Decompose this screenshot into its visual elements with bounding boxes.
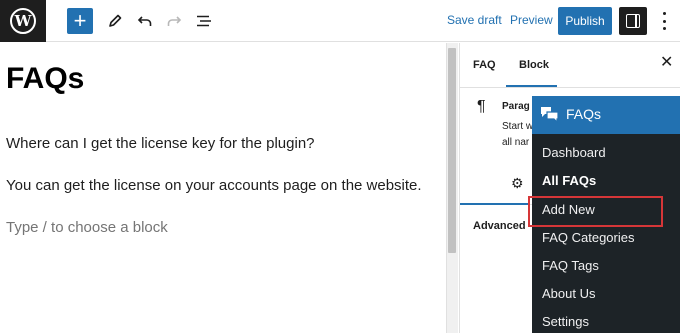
block-card-description: Start w xyxy=(502,121,534,132)
preview-button[interactable]: Preview xyxy=(510,13,553,27)
submenu-item-all-faqs[interactable]: All FAQs xyxy=(542,173,596,188)
active-subtab-indicator xyxy=(460,203,530,205)
block-card-description: all nar xyxy=(502,137,530,148)
paragraph-block[interactable]: Where can I get the license key for the … xyxy=(6,135,315,152)
kebab-menu-icon[interactable] xyxy=(661,12,667,30)
advanced-panel-toggle[interactable]: Advanced xyxy=(473,220,526,232)
submenu-item-faq-tags[interactable]: FAQ Tags xyxy=(542,258,599,273)
paragraph-block[interactable]: You can get the license on your accounts… xyxy=(6,177,422,194)
pencil-icon[interactable] xyxy=(104,9,126,33)
publish-button[interactable]: Publish xyxy=(558,7,612,35)
redo-icon[interactable] xyxy=(163,9,185,33)
list-view-icon[interactable] xyxy=(193,9,215,33)
submenu-item-faq-categories[interactable]: FAQ Categories xyxy=(542,230,635,245)
gear-icon[interactable]: ⚙ xyxy=(511,176,524,190)
divider xyxy=(460,87,680,88)
settings-sidebar-icon[interactable] xyxy=(619,7,647,35)
highlight-box xyxy=(528,196,663,227)
save-draft-button[interactable]: Save draft xyxy=(447,13,502,27)
block-appender-placeholder[interactable]: Type / to choose a block xyxy=(6,219,168,236)
faq-bubbles-icon xyxy=(541,107,559,124)
post-title[interactable]: FAQs xyxy=(6,62,84,96)
submenu-item-about-us[interactable]: About Us xyxy=(542,286,595,301)
paragraph-block-icon: ¶ xyxy=(477,98,486,115)
close-icon[interactable]: ✕ xyxy=(660,55,673,71)
submenu-item-dashboard[interactable]: Dashboard xyxy=(542,145,606,160)
add-block-button[interactable]: + xyxy=(67,8,93,34)
tab-block[interactable]: Block xyxy=(519,59,549,71)
admin-menu-faqs-header[interactable]: FAQs xyxy=(532,96,680,134)
admin-submenu: Dashboard All FAQs Add New FAQ Categorie… xyxy=(532,134,680,333)
canvas-scrollbar-thumb[interactable] xyxy=(448,48,456,253)
wordpress-logo-icon[interactable]: W xyxy=(0,0,46,42)
undo-icon[interactable] xyxy=(134,9,156,33)
admin-menu-title: FAQs xyxy=(566,106,602,122)
block-card-title: Parag xyxy=(502,101,530,112)
submenu-item-settings[interactable]: Settings xyxy=(542,314,589,329)
tab-faq[interactable]: FAQ xyxy=(473,59,496,71)
editor-toolbar: W + Save draft Preview Publish xyxy=(0,0,680,42)
